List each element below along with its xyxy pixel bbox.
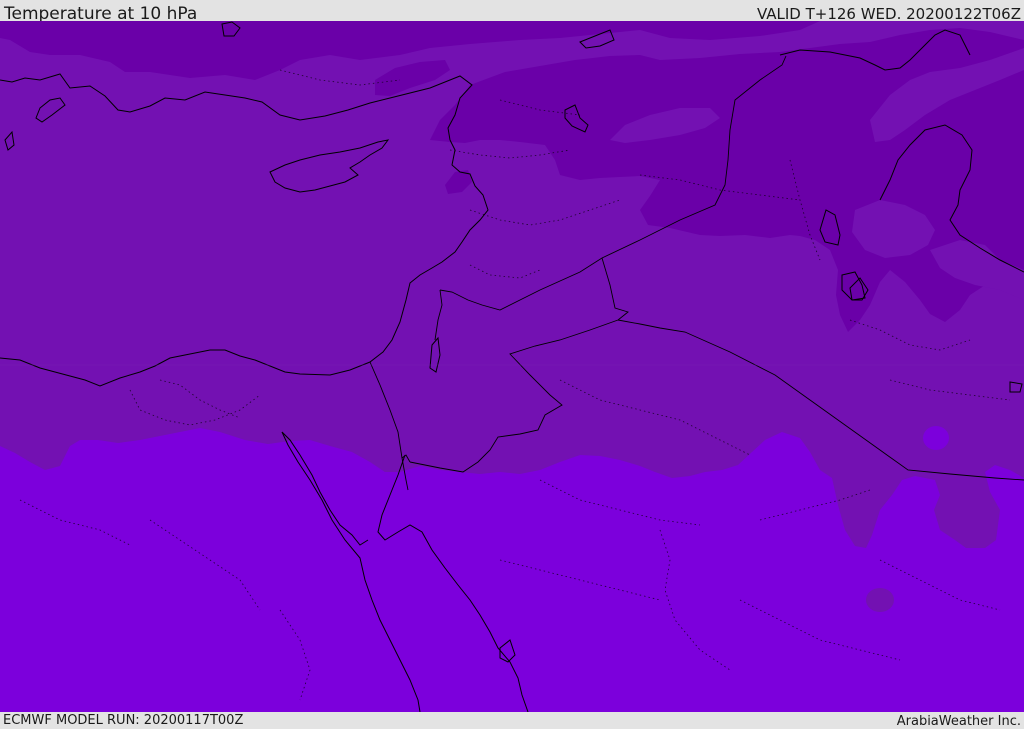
footer-bar: ECMWF MODEL RUN: 20200117T00Z ArabiaWeat… xyxy=(0,712,1024,729)
middle-band-spot xyxy=(923,426,949,450)
temperature-map[interactable] xyxy=(0,21,1024,712)
middle-band-spot xyxy=(866,588,894,612)
header-bar: Temperature at 10 hPa VALID T+126 WED. 2… xyxy=(0,0,1024,24)
model-run-label: ECMWF MODEL RUN: 20200117T00Z xyxy=(3,713,244,728)
credit-label: ArabiaWeather Inc. xyxy=(896,714,1021,729)
